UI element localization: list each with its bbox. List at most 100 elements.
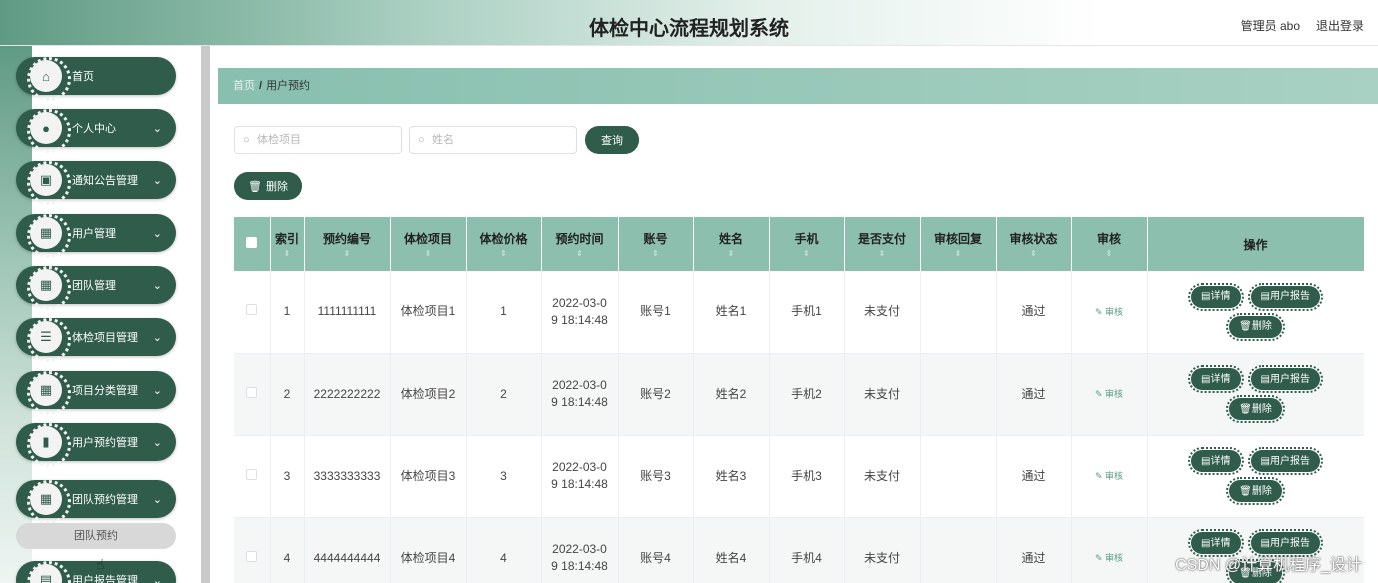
chevron-down-icon: ⌄ <box>152 122 162 135</box>
home-icon: ⌂ <box>27 57 71 101</box>
search-name-input[interactable]: ○ 姓名 <box>409 126 577 154</box>
cell-name: 姓名2 <box>693 353 770 436</box>
sort-icon[interactable]: ⇕ <box>921 250 996 258</box>
sidebar-item-4[interactable]: ▦ 团队管理 ⌄ <box>16 266 176 310</box>
search-item-input[interactable]: ○ 体检项目 <box>234 126 402 154</box>
sidebar-item-label: 通知公告管理 <box>72 175 138 187</box>
select-all-checkbox[interactable] <box>234 217 271 271</box>
sidebar-item-1[interactable]: ● 个人中心 ⌄ <box>16 109 176 153</box>
grid-icon: ▦ <box>27 371 71 415</box>
sidebar-item-6[interactable]: ▦ 项目分类管理 ⌄ <box>16 371 176 415</box>
clipboard-icon: ▣ <box>27 161 71 205</box>
sort-icon[interactable]: ⇕ <box>391 250 466 258</box>
edit-icon: ✎ <box>1094 553 1106 563</box>
cell-code: 2222222222 <box>304 353 391 436</box>
top-header: 体检中心流程规划系统 管理员 abo 退出登录 <box>0 0 1378 46</box>
edit-icon: ✎ <box>1094 306 1106 317</box>
sidebar-item-5[interactable]: ☰ 体检项目管理 ⌄ <box>16 318 176 362</box>
row-checkbox[interactable] <box>234 271 271 354</box>
breadcrumb-home[interactable]: 首页 <box>233 80 255 92</box>
sidebar-item-7[interactable]: ▮ 用户预约管理 ⌄ <box>16 423 176 467</box>
sort-icon[interactable]: ⇕ <box>271 250 304 258</box>
column-header[interactable]: 体检项目 ⇕ <box>390 217 467 271</box>
doc-icon: ▤ <box>1201 373 1211 385</box>
column-header[interactable]: 预约编号 ⇕ <box>304 217 391 271</box>
column-header[interactable]: 审核 ⇕ <box>1071 217 1148 271</box>
cell-operations: ▤ 详情 ▤ 用户报告 🗑 删除 <box>1147 271 1364 354</box>
row-checkbox[interactable] <box>234 435 271 518</box>
row-checkbox[interactable] <box>234 517 271 583</box>
breadcrumb: 首页 / 用户预约 <box>218 68 1378 104</box>
sort-icon[interactable]: ⇕ <box>467 250 541 258</box>
sort-icon[interactable]: ⇕ <box>305 250 390 258</box>
sidebar-item-2[interactable]: ▣ 通知公告管理 ⌄ <box>16 161 176 205</box>
sort-icon[interactable]: ⇕ <box>542 250 618 258</box>
cell-item: 体检项目3 <box>390 435 467 518</box>
column-header[interactable]: 手机 ⇕ <box>769 217 845 271</box>
grid-icon: ▦ <box>27 266 71 310</box>
column-header[interactable]: 是否支付 ⇕ <box>844 217 921 271</box>
column-header[interactable]: 体检价格 ⇕ <box>466 217 542 271</box>
report-button-label: 用户报告 <box>1269 537 1310 549</box>
chevron-down-icon: ⌄ <box>152 493 162 506</box>
sidebar-item-0[interactable]: ⌂ 首页 <box>16 57 176 101</box>
cell-item: 体检项目1 <box>390 271 467 354</box>
column-header[interactable]: 索引 ⇕ <box>270 217 305 271</box>
report-button[interactable]: ▤ 用户报告 <box>1247 365 1323 393</box>
cell-time: 2022-03-09 18:14:48 <box>541 353 619 436</box>
column-header[interactable]: 预约时间 ⇕ <box>541 217 619 271</box>
delete-button-label: 删除 <box>1251 485 1272 497</box>
sidebar-item-8[interactable]: ▦ 团队预约管理 ⌄ <box>16 480 176 524</box>
cell-time: 2022-03-09 18:14:48 <box>541 435 619 518</box>
column-header[interactable]: 审核状态 ⇕ <box>996 217 1072 271</box>
cell-time: 2022-03-09 18:14:48 <box>541 517 619 583</box>
cell-phone: 手机1 <box>769 271 845 354</box>
detail-button[interactable]: ▤ 详情 <box>1188 447 1244 475</box>
sidebar-item-label: 用户管理 <box>72 228 116 240</box>
doc-icon: ▤ <box>1260 291 1270 303</box>
detail-button[interactable]: ▤ 详情 <box>1188 282 1244 311</box>
column-header-label: 预约时间 <box>555 232 604 246</box>
cell-account: 账号4 <box>618 517 694 583</box>
sidebar-scrollbar[interactable] <box>201 46 210 583</box>
report-button[interactable]: ▤ 用户报告 <box>1247 282 1323 311</box>
sort-icon[interactable]: ⇕ <box>997 250 1071 258</box>
audit-link[interactable]: ✎ 审核 <box>1095 471 1123 481</box>
appointment-table: 索引 ⇕ 预约编号 ⇕ 体检项目 ⇕ 体检价格 ⇕ 预约时间 ⇕ 账号 ⇕ 姓名 ⇕ 手机 ⇕ 是否支付 ⇕ 审核回… <box>234 217 1364 583</box>
sort-icon[interactable]: ⇕ <box>619 250 693 258</box>
report-button[interactable]: ▤ 用户报告 <box>1247 447 1323 475</box>
delete-button-label: 删除 <box>1251 321 1272 333</box>
detail-button[interactable]: ▤ 详情 <box>1188 365 1244 393</box>
edit-icon: ✎ <box>1094 471 1106 481</box>
watermark: CSDN @计算机程序_设计 <box>1175 557 1362 574</box>
delete-button[interactable]: 🗑 删除 <box>1226 395 1285 423</box>
sidebar-item-label: 项目分类管理 <box>72 385 138 397</box>
table-row: 1 1111111111 体检项目1 1 2022-03-09 18:14:48 账号1 姓… <box>234 271 1364 354</box>
sort-icon[interactable]: ⇕ <box>770 250 844 258</box>
sidebar-item-label: 首页 <box>72 71 94 83</box>
sort-icon[interactable]: ⇕ <box>694 250 769 258</box>
query-button[interactable]: 查询 <box>585 126 639 154</box>
cell-status: 通过 <box>996 353 1072 436</box>
audit-link[interactable]: ✎ 审核 <box>1095 389 1123 399</box>
logout-link[interactable]: 退出登录 <box>1316 17 1364 34</box>
sidebar-subitem-team-appointment[interactable]: 团队预约 <box>16 523 176 549</box>
trash-icon: 🗑 <box>248 180 262 193</box>
sidebar-item-3[interactable]: ▦ 用户管理 ⌄ <box>16 214 176 258</box>
grid-icon: ▦ <box>27 480 71 524</box>
delete-button[interactable]: 🗑 删除 <box>1226 477 1285 505</box>
delete-button[interactable]: 🗑 删除 <box>1226 312 1285 341</box>
sort-icon[interactable]: ⇕ <box>1072 250 1147 258</box>
cell-reply <box>920 435 997 518</box>
column-header[interactable]: 账号 ⇕ <box>618 217 694 271</box>
batch-delete-button[interactable]: 🗑 删除 <box>234 172 302 200</box>
column-header[interactable]: 审核回复 ⇕ <box>920 217 997 271</box>
audit-link[interactable]: ✎ 审核 <box>1095 307 1123 317</box>
audit-link[interactable]: ✎ 审核 <box>1095 553 1123 563</box>
cell-phone: 手机4 <box>769 517 845 583</box>
sidebar-item-label: 团队预约管理 <box>72 494 138 506</box>
cell-code: 3333333333 <box>304 435 391 518</box>
sort-icon[interactable]: ⇕ <box>845 250 920 258</box>
column-header[interactable]: 姓名 ⇕ <box>693 217 770 271</box>
row-checkbox[interactable] <box>234 353 271 436</box>
